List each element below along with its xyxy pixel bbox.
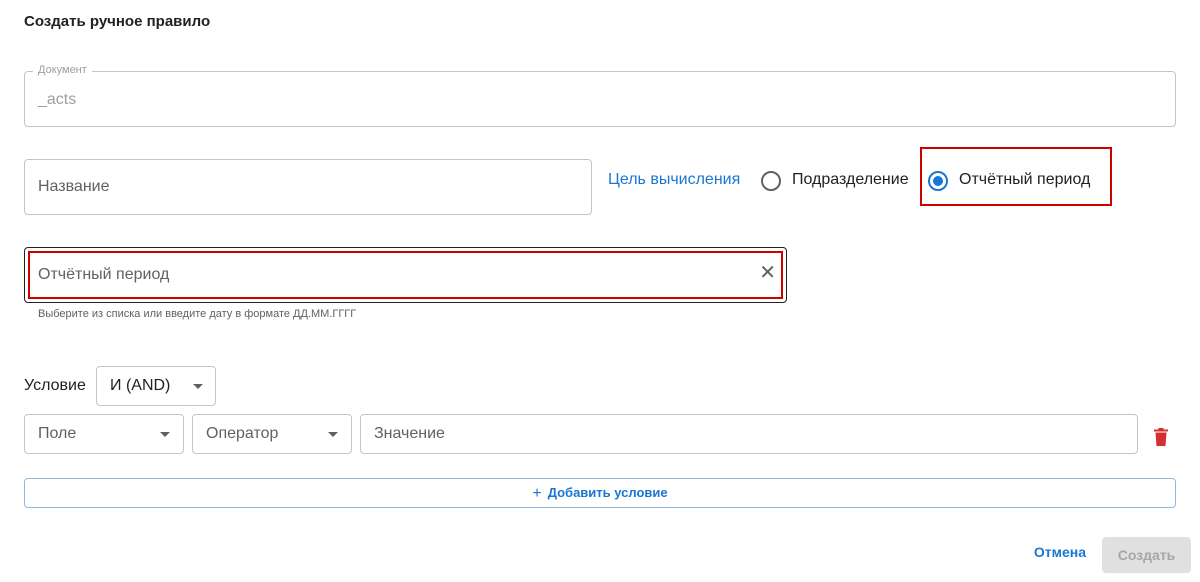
chevron-down-icon (193, 384, 203, 389)
condition-field-placeholder: Поле (38, 425, 77, 442)
condition-operator-placeholder: Оператор (206, 425, 279, 442)
radio-reporting-period[interactable] (928, 171, 948, 191)
chevron-down-icon (160, 432, 170, 437)
condition-field-select[interactable]: Поле (24, 414, 184, 454)
condition-logic-select[interactable]: И (AND) (96, 366, 216, 406)
condition-label: Условие (24, 377, 86, 394)
add-condition-content: + Добавить условие (25, 485, 1175, 503)
chevron-down-icon (328, 432, 338, 437)
target-label: Цель вычисления (608, 171, 741, 188)
create-button[interactable]: Создать (1102, 537, 1191, 573)
name-input[interactable]: Название (24, 159, 592, 215)
document-field-value: _acts (38, 91, 77, 108)
document-field-label: Документ (33, 64, 92, 76)
radio-reporting-period-label[interactable]: Отчётный период (959, 171, 1090, 189)
name-input-placeholder: Название (38, 178, 110, 195)
condition-operator-select[interactable]: Оператор (192, 414, 352, 454)
reporting-period-helper: Выберите из списка или введите дату в фо… (38, 308, 357, 320)
radio-department-label[interactable]: Подразделение (792, 171, 909, 189)
add-condition-label: Добавить условие (547, 485, 668, 500)
condition-logic-value: И (AND) (110, 377, 171, 394)
dialog-title: Создать ручное правило (24, 13, 211, 30)
reporting-period-placeholder: Отчётный период (38, 266, 170, 283)
close-icon[interactable]: ✕ (759, 263, 776, 283)
add-condition-button[interactable]: + Добавить условие (24, 478, 1176, 508)
plus-icon: + (532, 485, 542, 502)
condition-value-placeholder: Значение (374, 425, 445, 442)
condition-value-input[interactable]: Значение (360, 414, 1138, 454)
radio-department[interactable] (761, 171, 781, 191)
trash-icon[interactable] (1154, 428, 1168, 446)
reporting-period-input[interactable]: Отчётный период ✕ (24, 247, 787, 303)
cancel-button[interactable]: Отмена (1027, 544, 1093, 564)
document-field[interactable]: Документ _acts (24, 64, 1176, 127)
